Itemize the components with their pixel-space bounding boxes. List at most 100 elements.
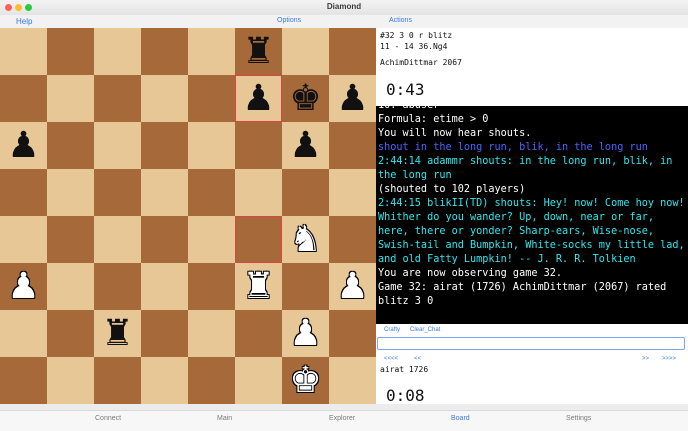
square-e1[interactable] xyxy=(188,357,235,404)
square-a5[interactable] xyxy=(0,169,47,216)
square-c7[interactable] xyxy=(94,75,141,122)
square-f4[interactable] xyxy=(235,216,282,263)
top-player-name: AchimDittmar 2067 xyxy=(380,58,462,67)
square-h4[interactable] xyxy=(329,216,376,263)
black-pawn-icon[interactable]: ♟ xyxy=(282,122,329,169)
square-c5[interactable] xyxy=(94,169,141,216)
first-move-button[interactable]: <<<< xyxy=(384,356,398,362)
next-move-button[interactable]: >> xyxy=(642,356,649,362)
square-e8[interactable] xyxy=(188,28,235,75)
console-line: Game 32: airat (1726) AchimDittmar (2067… xyxy=(378,282,667,307)
square-c6[interactable] xyxy=(94,122,141,169)
options-menu[interactable]: Options xyxy=(277,17,301,24)
square-e6[interactable] xyxy=(188,122,235,169)
square-b3[interactable] xyxy=(47,263,94,310)
actions-menu[interactable]: Actions xyxy=(389,17,412,24)
square-e7[interactable] xyxy=(188,75,235,122)
square-g3[interactable] xyxy=(282,263,329,310)
top-player-clock: 0:43 xyxy=(386,80,425,99)
game-header-line: #32 3 0 r blitz xyxy=(380,31,453,40)
square-f2[interactable] xyxy=(235,310,282,357)
black-rook-icon[interactable]: ♜ xyxy=(94,310,141,357)
square-d1[interactable] xyxy=(141,357,188,404)
chat-console[interactable]: 10: abuserFormula: etime > 0 You will now… xyxy=(376,106,688,324)
tab-connect[interactable]: Connect xyxy=(95,415,121,422)
white-knight-icon[interactable]: ♞ xyxy=(282,216,329,263)
square-d8[interactable] xyxy=(141,28,188,75)
square-c3[interactable] xyxy=(94,263,141,310)
square-c4[interactable] xyxy=(94,216,141,263)
tab-board[interactable]: Board xyxy=(451,415,470,422)
white-pawn-icon[interactable]: ♟ xyxy=(329,263,376,310)
previous-move-button[interactable]: << xyxy=(414,356,421,362)
square-e4[interactable] xyxy=(188,216,235,263)
square-h6[interactable] xyxy=(329,122,376,169)
black-pawn-icon[interactable]: ♟ xyxy=(329,75,376,122)
square-f5[interactable] xyxy=(235,169,282,216)
square-b2[interactable] xyxy=(47,310,94,357)
game-move-line: 11 - 14 36.Ng4 xyxy=(380,42,448,51)
console-lines: 10: abuserFormula: etime > 0 You will now… xyxy=(376,106,688,309)
square-d6[interactable] xyxy=(141,122,188,169)
console-line: Formula: etime > 0 xyxy=(378,114,489,125)
bottom-player-clock: 0:08 xyxy=(386,386,425,405)
black-rook-icon[interactable]: ♜ xyxy=(235,28,282,75)
console-line: 2:44:14 adammr shouts: in the long run, … xyxy=(378,156,673,181)
square-b5[interactable] xyxy=(47,169,94,216)
square-g8[interactable] xyxy=(282,28,329,75)
square-d7[interactable] xyxy=(141,75,188,122)
white-pawn-icon[interactable]: ♟ xyxy=(0,263,47,310)
black-pawn-icon[interactable]: ♟ xyxy=(235,75,282,122)
square-b1[interactable] xyxy=(47,357,94,404)
chess-board[interactable]: ♜ ♟ ♚ ♟ ♟ ♟ ♞ ♟ ♜ ♟ ♜ ♟ ♚ xyxy=(0,28,376,404)
bottom-player-name: airat 1726 xyxy=(380,365,429,374)
square-a8[interactable] xyxy=(0,28,47,75)
square-h1[interactable] xyxy=(329,357,376,404)
square-b8[interactable] xyxy=(47,28,94,75)
square-b4[interactable] xyxy=(47,216,94,263)
square-a7[interactable] xyxy=(0,75,47,122)
square-g5[interactable] xyxy=(282,169,329,216)
tab-main[interactable]: Main xyxy=(217,415,232,422)
console-line: shout in the long run, blik, in the long… xyxy=(378,142,648,153)
square-h5[interactable] xyxy=(329,169,376,216)
square-d4[interactable] xyxy=(141,216,188,263)
square-c1[interactable] xyxy=(94,357,141,404)
white-pawn-icon[interactable]: ♟ xyxy=(282,310,329,357)
square-a1[interactable] xyxy=(0,357,47,404)
crafty-button[interactable]: Crafty xyxy=(384,327,400,333)
square-e3[interactable] xyxy=(188,263,235,310)
square-e2[interactable] xyxy=(188,310,235,357)
title-bar: Diamond xyxy=(0,0,688,16)
help-menu[interactable]: Help xyxy=(16,17,32,26)
white-rook-icon[interactable]: ♜ xyxy=(235,263,282,310)
console-line: You are now observing game 32. xyxy=(378,268,563,279)
clear-chat-button[interactable]: Clear_Chat xyxy=(410,327,440,333)
bottom-tab-bar: Connect Main Explorer Board Settings xyxy=(0,410,688,431)
square-h2[interactable] xyxy=(329,310,376,357)
square-a4[interactable] xyxy=(0,216,47,263)
square-d3[interactable] xyxy=(141,263,188,310)
console-line: 10: abuser xyxy=(376,106,688,113)
square-b6[interactable] xyxy=(47,122,94,169)
black-king-icon[interactable]: ♚ xyxy=(282,75,329,122)
square-a2[interactable] xyxy=(0,310,47,357)
black-pawn-icon[interactable]: ♟ xyxy=(0,122,47,169)
square-h8[interactable] xyxy=(329,28,376,75)
window-title: Diamond xyxy=(326,2,362,11)
square-b7[interactable] xyxy=(47,75,94,122)
top-menu-bar: Help Options Actions xyxy=(0,15,688,28)
last-move-button[interactable]: >>>> xyxy=(662,356,676,362)
command-input[interactable] xyxy=(377,337,685,350)
square-f1[interactable] xyxy=(235,357,282,404)
tab-settings[interactable]: Settings xyxy=(566,415,591,422)
square-e5[interactable] xyxy=(188,169,235,216)
square-d5[interactable] xyxy=(141,169,188,216)
console-line: You will now hear shouts. xyxy=(378,128,532,139)
console-tabs: Crafty Clear_Chat xyxy=(376,324,688,337)
white-king-icon[interactable]: ♚ xyxy=(282,357,329,404)
square-d2[interactable] xyxy=(141,310,188,357)
square-f6[interactable] xyxy=(235,122,282,169)
tab-explorer[interactable]: Explorer xyxy=(329,415,355,422)
square-c8[interactable] xyxy=(94,28,141,75)
